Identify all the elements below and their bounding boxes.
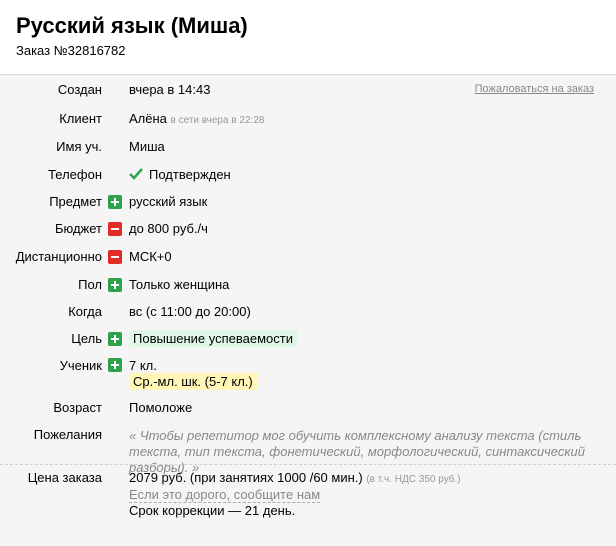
goal-label: Цель — [71, 331, 102, 346]
minus-icon — [108, 250, 122, 264]
pupil-class-tag: Ср.-мл. шк. (5-7 кл.) — [129, 373, 257, 390]
expensive-link-wrap: Если это дорого, сообщите нам — [129, 487, 321, 503]
pupil-class-tag-wrap: Ср.-мл. шк. (5-7 кл.) — [129, 373, 257, 390]
when-label: Когда — [68, 304, 102, 319]
plus-icon — [108, 195, 122, 209]
wishes-label: Пожелания — [33, 427, 102, 442]
price-vat: (в т.ч. НДС 350 руб.) — [366, 474, 461, 485]
client-name[interactable]: Алёна — [129, 111, 167, 126]
budget-label: Бюджет — [54, 221, 102, 236]
client-online-status: в сети вчера в 22:28 — [170, 115, 265, 126]
plus-icon — [108, 358, 122, 372]
created-label: Создан — [57, 82, 102, 97]
client-label: Клиент — [59, 111, 102, 126]
order-number: Заказ №32816782 — [16, 43, 126, 58]
order-header: Русский язык (Миша) Заказ №32816782 — [0, 0, 616, 75]
price-value: 2079 руб. (при занятиях 1000 /60 мин.) (… — [129, 470, 461, 485]
plus-icon — [108, 278, 122, 292]
page-title: Русский язык (Миша) — [16, 13, 248, 38]
goal-tag: Повышение успеваемости — [129, 330, 297, 347]
student-name-value: Миша — [129, 139, 165, 154]
price-label: Цена заказа — [27, 470, 102, 485]
pupil-label: Ученик — [59, 358, 102, 373]
age-value: Помоложе — [129, 400, 193, 415]
correction-period: Срок коррекции — 21 день. — [129, 503, 296, 518]
gender-value: Только женщина — [129, 277, 230, 292]
subject-label: Предмет — [49, 194, 102, 209]
price-amount: 2079 руб. (при занятиях 1000 /60 мин.) — [129, 470, 363, 485]
remote-label: Дистанционно — [15, 249, 102, 264]
divider — [0, 464, 616, 465]
gender-label: Пол — [78, 277, 102, 292]
phone-value: Подтвержден — [129, 167, 231, 182]
student-name-label: Имя уч. — [56, 139, 102, 154]
minus-icon — [108, 222, 122, 236]
client-value: Алёна в сети вчера в 22:28 — [129, 111, 264, 126]
goal-value: Повышение успеваемости — [129, 330, 297, 347]
plus-icon — [108, 332, 122, 346]
created-value: вчера в 14:43 — [129, 82, 211, 97]
subject-value: русский язык — [129, 194, 208, 209]
phone-label: Телефон — [48, 167, 102, 182]
complain-link[interactable]: Пожаловаться на заказ — [475, 83, 594, 95]
too-expensive-link[interactable]: Если это дорого, сообщите нам — [129, 487, 321, 503]
pupil-grade: 7 кл. — [129, 358, 157, 373]
wishes-text: « Чтобы репетитор мог обучить комплексно… — [129, 428, 585, 475]
age-label: Возраст — [53, 400, 102, 415]
budget-value: до 800 руб./ч — [129, 221, 208, 236]
checkmark-icon — [129, 168, 143, 180]
phone-status: Подтвержден — [149, 167, 231, 182]
remote-value: МСК+0 — [129, 249, 172, 264]
when-value: вс (с 11:00 до 20:00) — [129, 304, 251, 319]
